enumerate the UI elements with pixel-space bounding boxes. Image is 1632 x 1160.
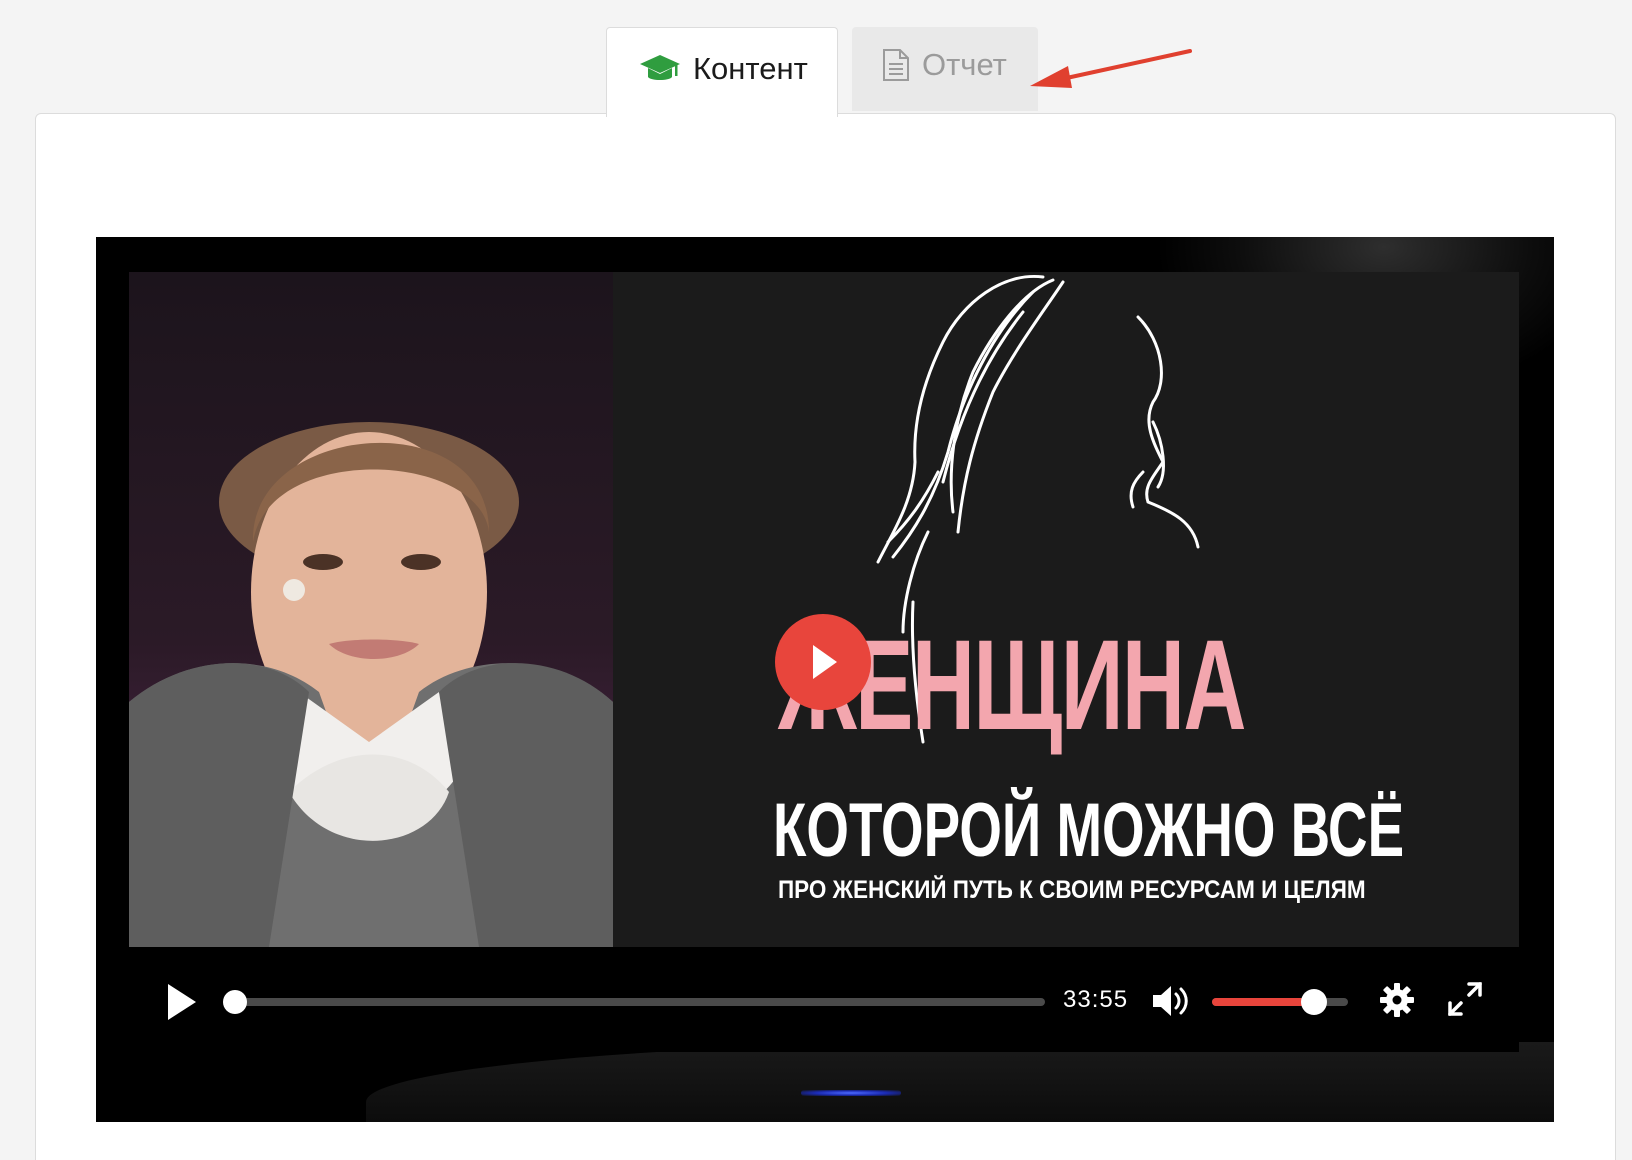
tab-report-label: Отчет bbox=[922, 47, 1007, 82]
tv-stand bbox=[366, 1042, 1554, 1122]
poster-tagline: ПРО ЖЕНСКИЙ ПУТЬ К СВОИМ РЕСУРСАМ И ЦЕЛЯ… bbox=[778, 876, 1366, 904]
progress-handle[interactable] bbox=[223, 990, 247, 1014]
duration-label: 33:55 bbox=[1063, 986, 1129, 1013]
volume-level bbox=[1212, 998, 1314, 1006]
tab-content[interactable]: Контент bbox=[606, 27, 838, 117]
tab-bar: Контент Отчет bbox=[606, 27, 1038, 117]
power-led bbox=[801, 1090, 901, 1096]
big-play-button[interactable] bbox=[775, 614, 871, 710]
video-screen[interactable]: ЖЕНЩИНА КОТОРОЙ МОЖНО ВСЁ ПРО ЖЕНСКИЙ ПУ… bbox=[129, 272, 1519, 947]
volume-icon bbox=[1153, 986, 1188, 1016]
speaker-image bbox=[129, 422, 613, 947]
graduation-cap-icon bbox=[639, 52, 681, 86]
document-icon bbox=[882, 48, 910, 82]
play-button[interactable] bbox=[165, 982, 199, 1027]
gear-icon bbox=[1380, 983, 1414, 1017]
volume-slider[interactable] bbox=[1212, 998, 1348, 1006]
speaker-video-frame bbox=[129, 272, 613, 947]
video-player: ЖЕНЩИНА КОТОРОЙ МОЖНО ВСЁ ПРО ЖЕНСКИЙ ПУ… bbox=[96, 237, 1554, 1122]
volume-handle[interactable] bbox=[1301, 989, 1327, 1015]
settings-button[interactable] bbox=[1379, 982, 1415, 1023]
player-controls: 33:55 bbox=[129, 947, 1519, 1052]
poster-frame: ЖЕНЩИНА КОТОРОЙ МОЖНО ВСЁ ПРО ЖЕНСКИЙ ПУ… bbox=[613, 272, 1519, 947]
tab-report[interactable]: Отчет bbox=[852, 27, 1038, 111]
play-icon bbox=[168, 984, 196, 1020]
mute-button[interactable] bbox=[1151, 983, 1191, 1024]
tab-content-label: Контент bbox=[693, 50, 808, 86]
page: Контент Отчет ЖЕНЩИНА КОТОРОЙ МОЖНО ВСЁ … bbox=[0, 0, 1632, 1160]
fullscreen-icon bbox=[1448, 982, 1482, 1016]
play-icon bbox=[813, 645, 837, 679]
progress-bar[interactable] bbox=[225, 998, 1045, 1006]
poster-subtitle: КОТОРОЙ МОЖНО ВСЁ bbox=[773, 788, 1405, 873]
fullscreen-button[interactable] bbox=[1447, 981, 1483, 1022]
